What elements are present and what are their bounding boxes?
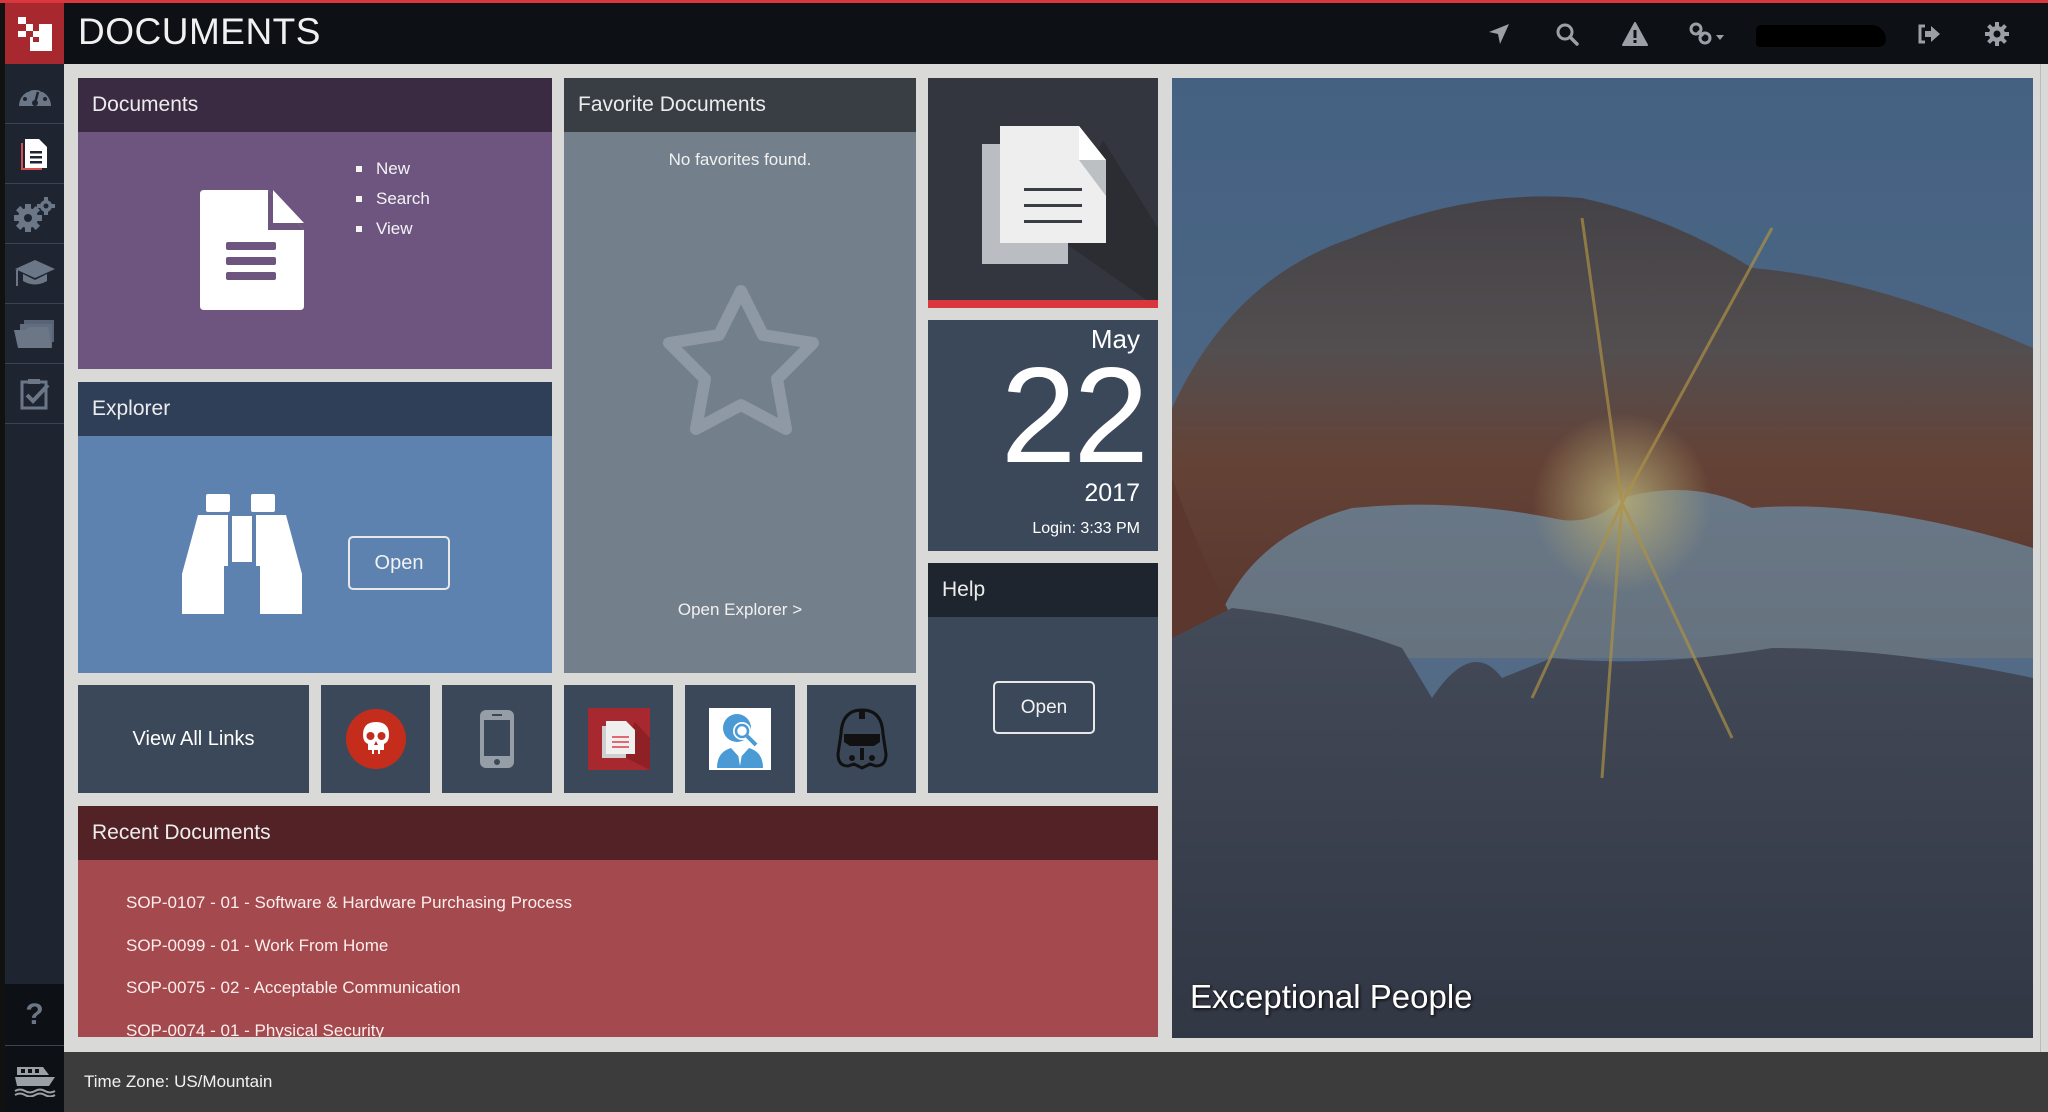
user-name-redacted[interactable] — [1756, 25, 1886, 47]
open-explorer-link[interactable]: Open Explorer > — [564, 600, 916, 620]
explorer-tile-title: Explorer — [78, 382, 552, 436]
alerts-button[interactable] — [1620, 19, 1650, 49]
location-arrow-icon — [1489, 24, 1509, 44]
recent-document-item[interactable]: SOP-0074 - 01 - Physical Security — [126, 1010, 572, 1037]
document-shortcut-tile[interactable] — [928, 78, 1158, 308]
links-dropdown[interactable] — [1686, 19, 1730, 49]
skull-icon — [345, 709, 406, 769]
explorer-open-button[interactable]: Open — [348, 536, 450, 590]
folders-icon — [13, 319, 54, 348]
app-logo[interactable] — [5, 3, 64, 64]
sidebar-item-documents[interactable] — [5, 124, 64, 184]
gear-icon — [1985, 22, 2009, 46]
help-tile: Help Open — [928, 563, 1158, 793]
favorites-tile: Favorite Documents No favorites found. O… — [564, 78, 916, 673]
recent-documents-scroll[interactable]: SOP-0107 - 01 - Software & Hardware Purc… — [78, 860, 1158, 1037]
checkbox-icon — [20, 378, 49, 409]
page-title: DOCUMENTS — [78, 11, 321, 52]
documents-tile: Documents New Search View — [78, 78, 552, 369]
quick-link-2[interactable] — [442, 685, 552, 793]
timezone-label: Time Zone: US/Mountain — [84, 1072, 273, 1091]
red-document-icon — [587, 708, 650, 770]
location-arrow-button[interactable] — [1484, 19, 1514, 49]
mobile-phone-icon — [480, 710, 514, 768]
star-icon — [663, 285, 819, 435]
sidebar-item-folders[interactable] — [5, 304, 64, 364]
sidebar-item-training[interactable] — [5, 244, 64, 304]
help-tile-title: Help — [928, 563, 1158, 617]
footer-bar: Time Zone: US/Mountain — [64, 1052, 2048, 1112]
documents-icon — [20, 138, 47, 170]
featured-photo-panel: Exceptional People — [1172, 78, 2033, 1038]
view-all-links-label: View All Links — [132, 727, 255, 750]
page-scrollbar[interactable] — [2040, 64, 2048, 1052]
favorites-tile-title: Favorite Documents — [564, 78, 916, 132]
photo-caption: Exceptional People — [1190, 978, 1473, 1015]
recent-documents-list: SOP-0107 - 01 - Software & Hardware Purc… — [126, 882, 572, 1037]
document-stack-icon — [982, 126, 1158, 308]
ship-icon — [13, 1067, 56, 1097]
top-header: DOCUMENTS — [64, 3, 2048, 64]
app-window: DOCUMENTS ? Documents New Search View Ex… — [0, 0, 2048, 1112]
cogs-icon — [13, 196, 55, 232]
warning-icon — [1622, 22, 1648, 46]
documents-new-link[interactable]: New — [356, 154, 430, 184]
login-time: Login: 3:33 PM — [1032, 520, 1140, 537]
sidebar-item-settings[interactable] — [5, 184, 64, 244]
documents-view-link[interactable]: View — [356, 214, 430, 244]
settings-button[interactable] — [1982, 19, 2012, 49]
question-icon: ? — [25, 997, 44, 1031]
landscape-photo — [1172, 78, 2033, 1038]
recent-documents-tile: Recent Documents SOP-0107 - 01 - Softwar… — [78, 806, 1158, 1037]
recent-document-item[interactable]: SOP-0107 - 01 - Software & Hardware Purc… — [126, 882, 572, 925]
sidebar-item-dashboard[interactable] — [5, 64, 64, 124]
person-search-icon — [709, 708, 771, 770]
help-open-button[interactable]: Open — [993, 681, 1095, 734]
recent-document-item[interactable]: SOP-0075 - 02 - Acceptable Communication — [126, 967, 572, 1010]
recent-documents-title: Recent Documents — [78, 806, 1158, 860]
logout-button[interactable] — [1914, 19, 1944, 49]
documents-search-link[interactable]: Search — [356, 184, 430, 214]
help-button[interactable]: ? — [5, 984, 64, 1046]
quick-link-3[interactable] — [564, 685, 673, 793]
search-icon — [1556, 23, 1579, 46]
calendar-day: 22 — [1000, 339, 1149, 491]
logout-icon — [1918, 24, 1940, 44]
view-all-links-button[interactable]: View All Links — [78, 685, 309, 793]
dashboard-icon — [18, 83, 51, 106]
documents-tile-title: Documents — [78, 78, 552, 132]
search-button[interactable] — [1552, 19, 1582, 49]
tile-accent-stripe — [928, 300, 1158, 308]
quick-link-1[interactable] — [321, 685, 430, 793]
quick-link-4[interactable] — [685, 685, 795, 793]
explorer-tile: Explorer Open — [78, 382, 552, 673]
recent-document-item[interactable]: SOP-0099 - 01 - Work From Home — [126, 925, 572, 968]
binoculars-icon — [182, 494, 302, 614]
trooper-helmet-icon — [835, 708, 888, 770]
sidebar-item-tasks[interactable] — [5, 364, 64, 424]
link-icon — [1689, 22, 1724, 45]
sidebar-nav: ? — [5, 64, 64, 1112]
logo-icon — [17, 16, 52, 51]
favorites-empty-message: No favorites found. — [668, 150, 812, 169]
calendar-tile: May 22 2017 Login: 3:33 PM — [928, 320, 1158, 551]
calendar-year: 2017 — [1084, 479, 1140, 507]
document-icon — [200, 190, 304, 310]
documents-links: New Search View — [356, 154, 430, 244]
quick-link-5[interactable] — [807, 685, 916, 793]
ship-button[interactable] — [5, 1046, 64, 1112]
graduation-cap-icon — [14, 259, 55, 286]
